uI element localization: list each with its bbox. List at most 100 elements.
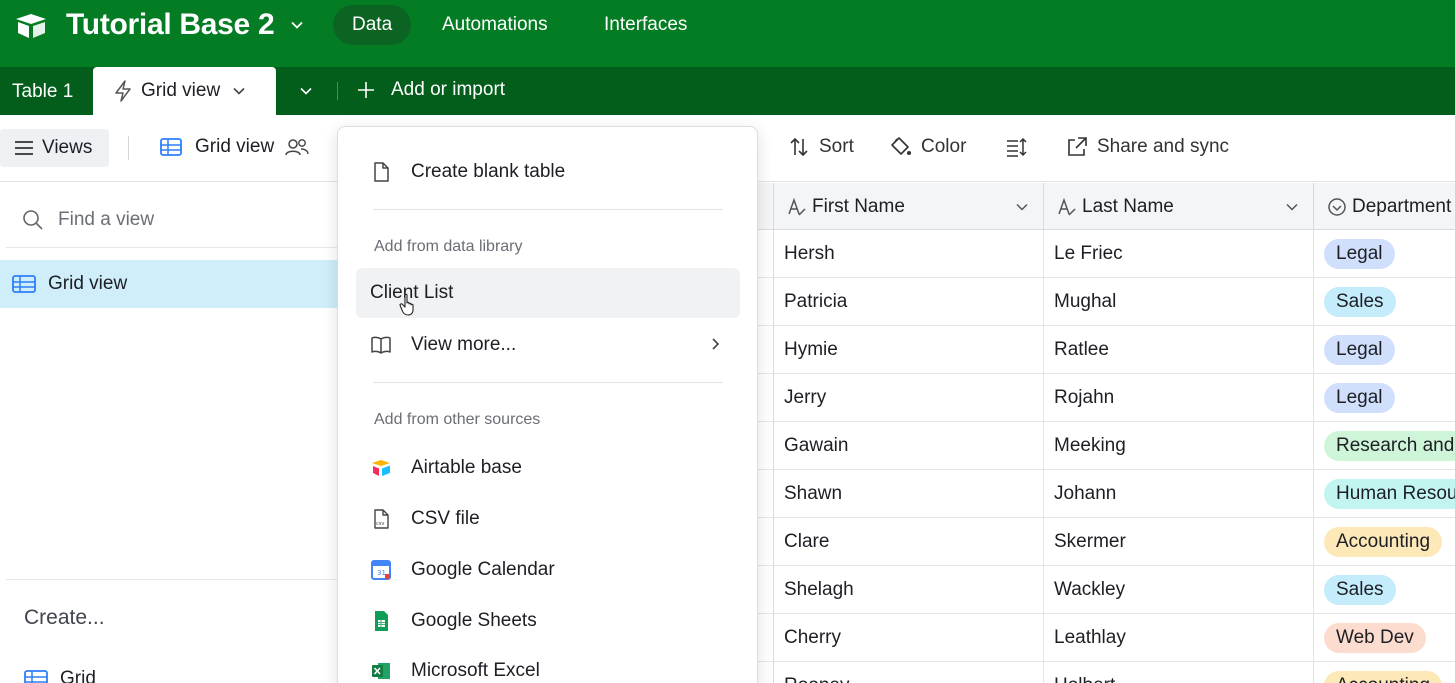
cell-first-name[interactable]: Hymie xyxy=(774,326,1044,374)
cell-last-name[interactable]: Ratlee xyxy=(1044,326,1314,374)
chevron-down-icon[interactable] xyxy=(299,84,313,98)
cell-first-name[interactable]: Rooney xyxy=(774,662,1044,683)
cell-first-name[interactable]: Shelagh xyxy=(774,566,1044,614)
menu-item-label: Google Sheets xyxy=(411,610,537,631)
find-view-input[interactable]: Find a view xyxy=(22,209,154,231)
cell-last-name[interactable]: Mughal xyxy=(1044,278,1314,326)
source-airtable-base[interactable]: Airtable base xyxy=(356,443,740,493)
column-header-department[interactable]: Department xyxy=(1314,183,1455,230)
cell-first-name[interactable]: Clare xyxy=(774,518,1044,566)
table-row[interactable]: Shawn Johann Human Resou xyxy=(757,470,1455,518)
add-or-import-menu: Create blank table Add from data library… xyxy=(337,126,758,683)
divider xyxy=(6,247,338,248)
add-or-import-button[interactable]: Add or import xyxy=(356,79,505,101)
create-grid-view-button[interactable]: Grid xyxy=(24,668,96,683)
cell-department[interactable]: Sales xyxy=(1314,278,1455,326)
cell-department[interactable]: Legal xyxy=(1314,230,1455,278)
department-tag: Legal xyxy=(1324,383,1395,413)
table-row[interactable]: Jerry Rojahn Legal xyxy=(757,374,1455,422)
cell-first-name[interactable]: Shawn xyxy=(774,470,1044,518)
create-blank-table-item[interactable]: Create blank table xyxy=(356,147,740,197)
chevron-down-icon[interactable] xyxy=(290,18,304,32)
table-row[interactable]: Gawain Meeking Research and xyxy=(757,422,1455,470)
cell-department[interactable]: Sales xyxy=(1314,566,1455,614)
views-sidebar: Find a view Grid view Create... Grid xyxy=(0,183,338,683)
nav-data[interactable]: Data xyxy=(333,5,412,45)
base-title[interactable]: Tutorial Base 2 xyxy=(66,8,275,42)
source-google-calendar[interactable]: 31 Google Calendar xyxy=(356,545,740,595)
cell-last-name[interactable]: Leathlay xyxy=(1044,614,1314,662)
views-button[interactable]: Views xyxy=(0,129,109,167)
department-tag: Research and xyxy=(1324,431,1455,461)
divider xyxy=(6,579,338,580)
hand-pointer-cursor-icon xyxy=(399,293,414,316)
current-view-label: Grid view xyxy=(195,136,275,157)
chevron-down-icon[interactable] xyxy=(1015,200,1029,214)
column-header-label: Department xyxy=(1352,195,1452,217)
google-calendar-icon: 31 xyxy=(371,560,391,580)
section-heading-data-library: Add from data library xyxy=(374,238,523,255)
table-row[interactable]: Hymie Ratlee Legal xyxy=(757,326,1455,374)
department-tag: Web Dev xyxy=(1324,623,1426,653)
table-row[interactable]: Cherry Leathlay Web Dev xyxy=(757,614,1455,662)
cell-department[interactable]: Research and xyxy=(1314,422,1455,470)
cell-last-name[interactable]: Wackley xyxy=(1044,566,1314,614)
current-view-button[interactable]: Grid view xyxy=(159,136,310,158)
table-row[interactable]: Clare Skermer Accounting xyxy=(757,518,1455,566)
share-and-sync-button[interactable]: Share and sync xyxy=(1066,136,1229,158)
view-more-item[interactable]: View more... xyxy=(356,320,740,370)
cell-last-name[interactable]: Rojahn xyxy=(1044,374,1314,422)
department-tag: Human Resou xyxy=(1324,479,1455,509)
cell-last-name[interactable]: Holbert xyxy=(1044,662,1314,683)
table-row[interactable]: Hersh Le Friec Legal xyxy=(757,230,1455,278)
lightning-icon xyxy=(115,80,131,102)
svg-text:31: 31 xyxy=(377,569,386,577)
airtable-logo-icon[interactable] xyxy=(14,13,48,39)
nav-interfaces[interactable]: Interfaces xyxy=(585,5,706,45)
tab-grid-view[interactable]: Grid view xyxy=(93,67,276,115)
cell-department[interactable]: Legal xyxy=(1314,374,1455,422)
cell-last-name[interactable]: Meeking xyxy=(1044,422,1314,470)
source-google-sheets[interactable]: Google Sheets xyxy=(356,596,740,646)
search-icon xyxy=(23,210,43,230)
cell-first-name[interactable]: Gawain xyxy=(774,422,1044,470)
cell-department[interactable]: Accounting xyxy=(1314,518,1455,566)
sidebar-item-grid-view[interactable]: Grid view xyxy=(0,260,338,308)
cell-last-name[interactable]: Skermer xyxy=(1044,518,1314,566)
table-row[interactable]: Shelagh Wackley Sales xyxy=(757,566,1455,614)
cell-first-name[interactable]: Hersh xyxy=(774,230,1044,278)
cell-department[interactable]: Legal xyxy=(1314,326,1455,374)
grid-header: First Name Last Name Department xyxy=(757,183,1455,230)
table-row[interactable]: RooneyHolbert Accounting xyxy=(757,662,1455,683)
cell-first-name[interactable]: Jerry xyxy=(774,374,1044,422)
views-label: Views xyxy=(42,137,93,158)
cell-department[interactable]: Web Dev xyxy=(1314,614,1455,662)
cell-last-name[interactable]: Le Friec xyxy=(1044,230,1314,278)
column-header-last-name[interactable]: Last Name xyxy=(1044,183,1314,230)
collaborators-icon xyxy=(285,139,309,156)
column-header-first-name[interactable]: First Name xyxy=(774,183,1044,230)
table-row[interactable]: Patricia Mughal Sales xyxy=(757,278,1455,326)
nav-automations[interactable]: Automations xyxy=(423,5,567,45)
chevron-down-icon[interactable] xyxy=(232,84,246,98)
sort-button[interactable]: Sort xyxy=(788,136,854,158)
tab-table-1[interactable]: Table 1 xyxy=(12,81,73,103)
cell-department[interactable]: Human Resou xyxy=(1314,470,1455,518)
cell-last-name[interactable]: Johann xyxy=(1044,470,1314,518)
menu-item-label: CSV file xyxy=(411,508,480,529)
source-csv-file[interactable]: csv CSV file xyxy=(356,494,740,544)
paint-bucket-icon xyxy=(891,137,911,155)
source-microsoft-excel[interactable]: Microsoft Excel xyxy=(356,646,740,683)
cell-department[interactable]: Accounting xyxy=(1314,662,1455,683)
sort-icon xyxy=(790,137,808,157)
column-header-label: First Name xyxy=(812,195,905,217)
row-height-button[interactable] xyxy=(1005,136,1036,158)
menu-item-label: Airtable base xyxy=(411,457,522,478)
color-button[interactable]: Color xyxy=(890,136,966,158)
divider xyxy=(373,382,723,383)
cell-first-name[interactable]: Cherry xyxy=(774,614,1044,662)
svg-text:csv: csv xyxy=(376,521,384,527)
menu-item-label: View more... xyxy=(411,334,517,355)
cell-first-name[interactable]: Patricia xyxy=(774,278,1044,326)
chevron-down-icon[interactable] xyxy=(1285,200,1299,214)
